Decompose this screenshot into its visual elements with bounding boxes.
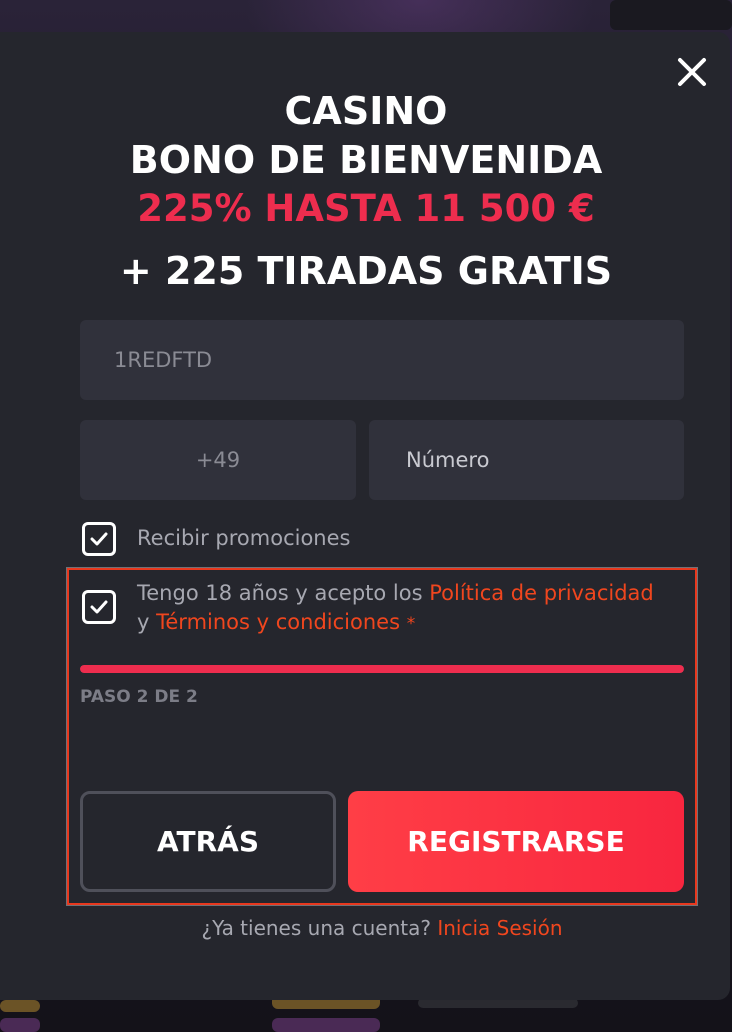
- title-bonus-amount: 225% HASTA 11 500 €: [137, 187, 595, 230]
- promotions-label: Recibir promociones: [137, 526, 351, 550]
- close-button[interactable]: [672, 52, 712, 92]
- country-code-input[interactable]: [80, 420, 356, 500]
- register-button[interactable]: REGISTRARSE: [348, 791, 684, 892]
- background-tile: [272, 1018, 380, 1032]
- checkmark-icon: [90, 532, 108, 546]
- background-tile: [0, 1018, 40, 1032]
- progress-bar: [80, 665, 684, 673]
- login-prompt: ¿Ya tienes una cuenta? Inicia Sesión: [0, 916, 732, 940]
- step-indicator: PASO 2 DE 2: [80, 687, 198, 707]
- terms-conditions-link[interactable]: Términos y condiciones: [156, 610, 400, 634]
- checkmark-icon: [90, 600, 108, 614]
- promo-code-input[interactable]: [80, 320, 684, 400]
- close-icon: [678, 58, 706, 86]
- promotions-checkbox[interactable]: [82, 522, 116, 556]
- terms-text-prefix: Tengo 18 años y acepto los: [137, 581, 423, 605]
- phone-number-input[interactable]: [369, 420, 684, 500]
- terms-checkbox[interactable]: [82, 590, 116, 624]
- title-welcome-bonus: BONO DE BIENVENIDA: [129, 138, 603, 182]
- back-button[interactable]: ATRÁS: [80, 791, 336, 892]
- required-mark: *: [406, 614, 416, 634]
- login-link[interactable]: Inicia Sesión: [437, 916, 562, 940]
- privacy-policy-link[interactable]: Política de privacidad: [429, 581, 654, 605]
- title-free-spins: + 225 TIRADAS GRATIS: [119, 249, 613, 293]
- terms-conjunction: y: [137, 610, 150, 634]
- login-question: ¿Ya tienes una cuenta?: [201, 916, 431, 940]
- progress-fill: [80, 665, 684, 673]
- terms-label: Tengo 18 años y acepto los Política de p…: [137, 579, 657, 639]
- title-casino: CASINO: [284, 89, 448, 133]
- background-tile: [0, 1000, 40, 1012]
- background-tile: [610, 0, 732, 30]
